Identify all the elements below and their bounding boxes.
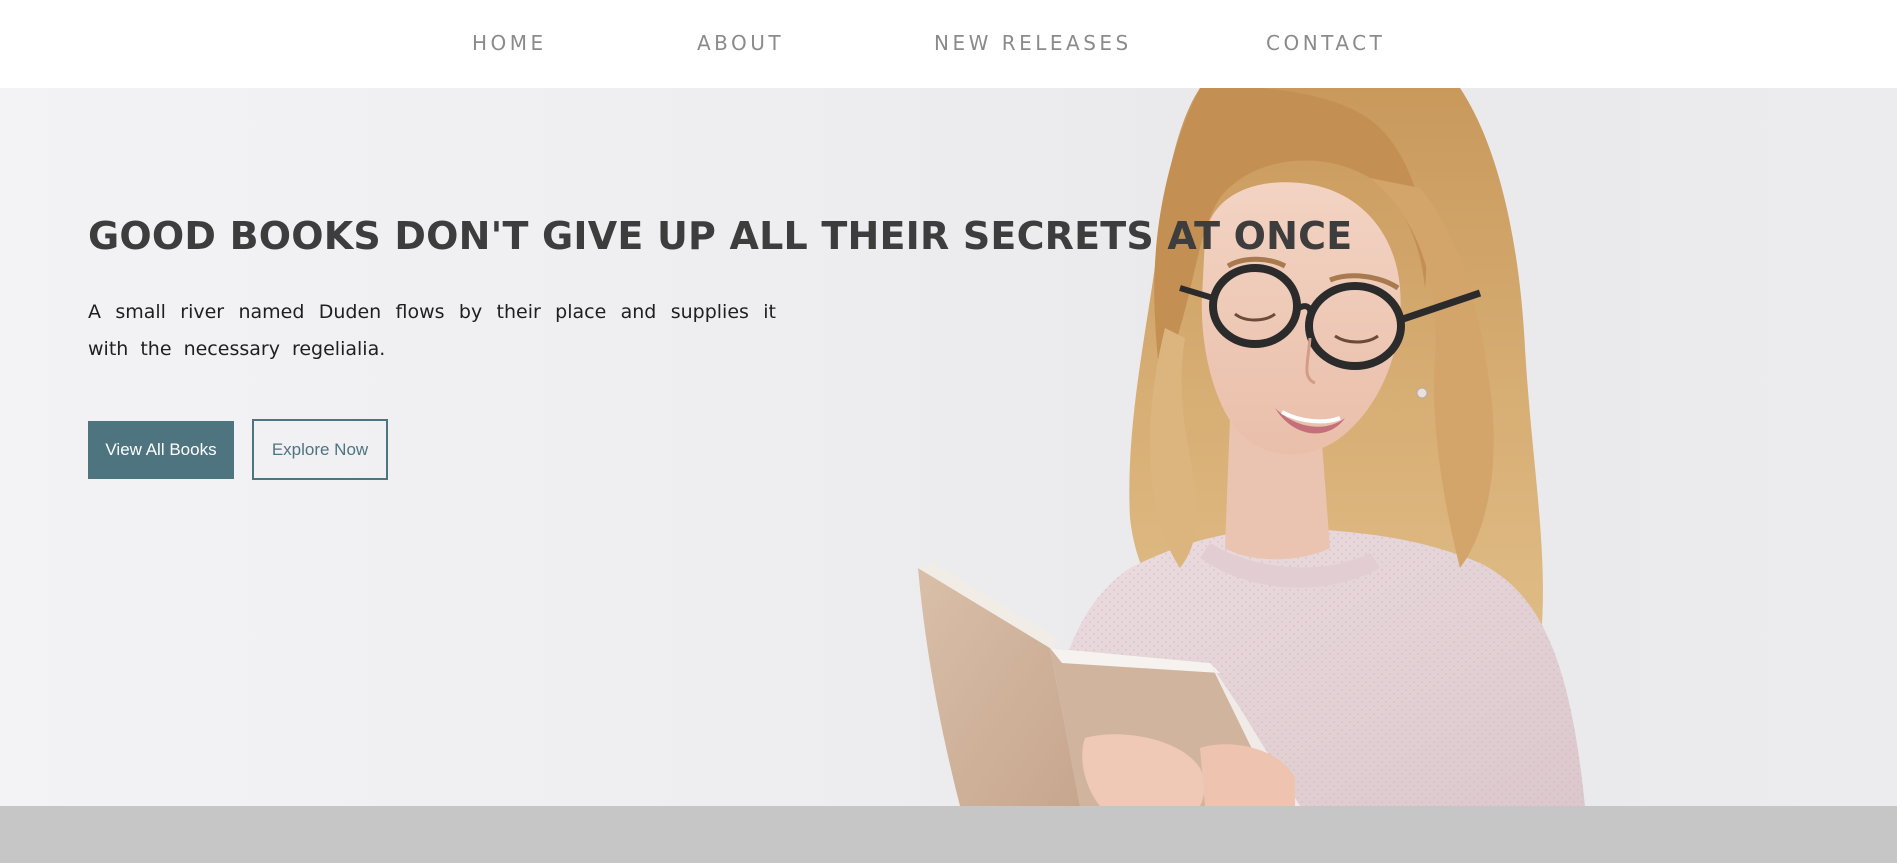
explore-now-button[interactable]: Explore Now [252, 419, 388, 480]
hero-section: GOOD BOOKS DON'T GIVE UP ALL THEIR SECRE… [0, 88, 1897, 806]
nav-new-releases[interactable]: NEW RELEASES [934, 31, 1132, 55]
nav-about[interactable]: ABOUT [697, 31, 784, 55]
top-navigation: HOME ABOUT NEW RELEASES CONTACT [0, 0, 1897, 88]
hero-woman-reading-image [918, 88, 1585, 806]
view-all-books-button[interactable]: View All Books [88, 421, 234, 479]
nav-contact[interactable]: CONTACT [1266, 31, 1385, 55]
nav-home[interactable]: HOME [472, 31, 547, 55]
hero-title: GOOD BOOKS DON'T GIVE UP ALL THEIR SECRE… [88, 214, 1353, 258]
footer-strip [0, 806, 1897, 863]
hero-description: A small river named Duden flows by their… [88, 301, 776, 360]
